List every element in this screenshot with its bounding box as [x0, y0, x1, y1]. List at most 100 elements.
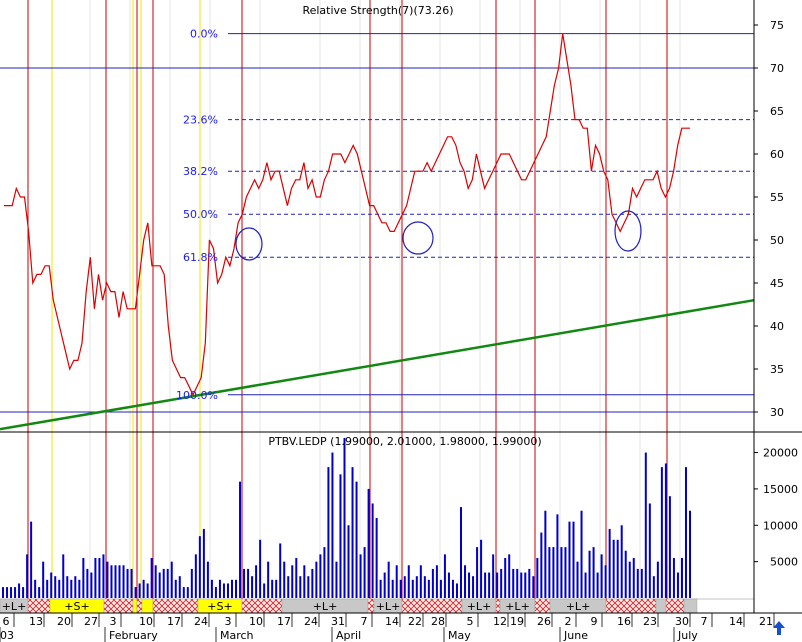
y-tick-label: 70 — [770, 62, 784, 75]
volume-bar — [62, 554, 65, 598]
volume-bar — [544, 510, 547, 598]
volume-tick-label: 20000 — [763, 447, 798, 460]
volume-bar — [174, 579, 177, 598]
volume-bar — [576, 561, 579, 598]
volume-bar — [447, 572, 450, 598]
month-label: April — [336, 629, 361, 642]
x-tick-label: 26 — [537, 615, 551, 628]
signal-short-segment — [132, 598, 138, 614]
x-tick-label: 14 — [729, 615, 743, 628]
volume-bar — [231, 579, 233, 598]
x-tick-label: 28 — [431, 615, 445, 628]
fib-label: 50.0% — [183, 208, 218, 221]
x-tick-label: 13 — [29, 615, 43, 628]
fib-label: 38.2% — [183, 165, 218, 178]
x-tick-label: 7 — [701, 615, 708, 628]
volume-bar — [532, 576, 535, 598]
volume-bar — [632, 558, 635, 598]
background-layer — [0, 0, 802, 642]
signal-neutral-segment — [665, 598, 685, 614]
volume-bar — [18, 583, 21, 598]
month-label: June — [563, 629, 588, 642]
volume-bar — [158, 572, 161, 598]
volume-bar — [34, 579, 37, 598]
volume-bar — [500, 568, 503, 598]
volume-bar — [319, 554, 322, 598]
x-tick-label: 17 — [277, 615, 291, 628]
volume-bar — [283, 561, 286, 598]
x-tick-label: 27 — [84, 615, 98, 628]
volume-bar — [455, 583, 458, 598]
x-tick-label: 19 — [510, 615, 524, 628]
volume-bar — [255, 565, 258, 598]
x-tick-label: 7 — [361, 615, 368, 628]
volume-bar — [295, 558, 298, 598]
volume-bar — [235, 579, 238, 598]
volume-bar — [66, 576, 69, 598]
volume-bar — [303, 565, 306, 598]
volume-bar — [395, 565, 398, 598]
volume-bar — [122, 565, 125, 598]
volume-bar — [516, 568, 519, 598]
volume-bar — [351, 467, 354, 598]
volume-bar — [656, 561, 659, 598]
fib-label: 61.8% — [183, 251, 218, 264]
volume-bar — [504, 558, 507, 598]
volume-bar — [668, 496, 671, 598]
x-tick-label: 12 — [493, 615, 507, 628]
volume-bar — [443, 554, 446, 598]
signal-label: +L+ — [505, 600, 530, 613]
volume-bar — [70, 579, 73, 598]
volume-bar — [415, 576, 418, 598]
volume-bar — [672, 558, 675, 598]
y-tick-label: 65 — [770, 105, 784, 118]
volume-bar — [94, 558, 97, 598]
volume-bar — [640, 568, 643, 598]
volume-bar — [106, 561, 109, 598]
x-tick-label: 10 — [139, 615, 153, 628]
volume-bar — [335, 561, 338, 598]
volume-bar — [660, 467, 663, 598]
x-tick-label: 2 — [565, 615, 572, 628]
volume-bar — [279, 543, 282, 598]
volume-bar — [508, 554, 511, 598]
x-tick-label: 3 — [225, 615, 232, 628]
volume-bar — [464, 565, 467, 598]
volume-bar — [480, 539, 483, 598]
volume-bar — [379, 579, 382, 598]
signal-label: +S+ — [207, 600, 232, 613]
volume-bar — [367, 488, 370, 598]
volume-bar — [271, 579, 274, 598]
volume-bar — [110, 565, 113, 598]
scroll-up-button[interactable] — [769, 618, 789, 638]
volume-bar — [403, 576, 406, 598]
volume-bar — [275, 579, 278, 598]
signal-label: +L+ — [566, 600, 591, 613]
volume-bar — [46, 579, 49, 598]
signal-label: +L+ — [313, 600, 338, 613]
volume-bar — [186, 587, 189, 598]
volume-bar — [339, 474, 342, 598]
volume-bar — [375, 518, 378, 598]
volume-bar — [468, 572, 471, 598]
x-tick-label: 10 — [249, 615, 263, 628]
signal-neutral-segment — [103, 598, 134, 614]
volume-bar — [676, 572, 679, 598]
volume-bar — [118, 565, 121, 598]
volume-bar — [210, 579, 213, 598]
volume-bar — [287, 576, 290, 598]
signal-label: +L+ — [467, 600, 492, 613]
month-label: 03 — [0, 629, 14, 642]
volume-bar — [22, 587, 25, 598]
volume-bar — [267, 561, 270, 598]
x-tick-label: 24 — [194, 615, 208, 628]
volume-tick-label: 5000 — [770, 556, 798, 569]
volume-panel-title: PTBV.LEDP (1.99000, 2.01000, 1.98000, 1.… — [268, 435, 541, 448]
volume-bar — [251, 576, 254, 598]
y-tick-label: 30 — [770, 406, 784, 419]
volume-bar — [628, 561, 631, 598]
volume-bar — [520, 572, 523, 598]
volume-bar — [291, 565, 294, 598]
volume-bar — [178, 576, 181, 598]
volume-bar — [423, 576, 426, 598]
